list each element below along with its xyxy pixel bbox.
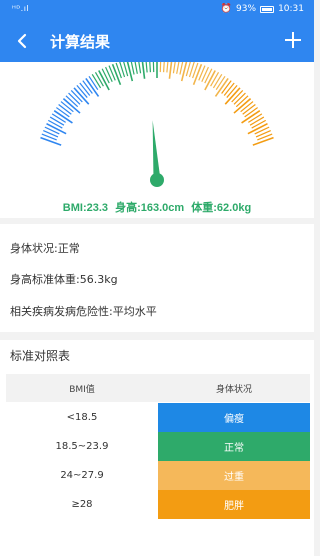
gauge-tick: [130, 62, 135, 75]
bmi-range: 18.5~23.9: [55, 441, 109, 452]
gauge-tick: [101, 68, 110, 84]
table-title: 标准对照表: [10, 349, 71, 363]
gauge-tick: [141, 62, 146, 79]
status-bar: ᴴᴰ.ıl ⏰ 93% 10:31: [0, 0, 314, 20]
gauge-tick: [172, 62, 176, 74]
gauge-tick: [179, 62, 184, 75]
height-value: 身高:163.0cm: [115, 202, 185, 214]
table-header: BMI值 身体状况: [6, 374, 310, 402]
bmi-gauge: [40, 62, 274, 187]
gauge-tick: [111, 63, 122, 86]
gauge-tick: [212, 73, 223, 89]
bmi-range: 24~27.9: [60, 470, 104, 481]
clock-time: 10:31: [278, 4, 304, 14]
gauge-needle: [152, 120, 161, 181]
back-button[interactable]: [8, 26, 36, 56]
gauge-tick: [168, 62, 173, 79]
table-row: 24~27.9 过重: [6, 461, 310, 490]
table-row: <18.5 偏瘦: [6, 403, 310, 432]
status-right: ⏰ 93% 10:31: [221, 4, 304, 14]
header-status: 身体状况: [215, 384, 252, 395]
gauge-tick: [204, 68, 213, 84]
gauge-tick: [49, 116, 65, 126]
signal-indicator: ᴴᴰ.ıl: [12, 4, 30, 13]
gauge-tick: [215, 75, 226, 91]
gauge-tick: [44, 126, 60, 135]
gauge-tick: [138, 62, 142, 74]
standard-weight-text: 身高标准体重:56.3kg: [10, 273, 118, 286]
add-button[interactable]: [278, 25, 308, 55]
gauge-tick: [56, 107, 70, 118]
app-header: 计算结果: [0, 20, 314, 62]
gauge-tick: [134, 62, 138, 74]
body-condition-text: 身体状况:正常: [10, 242, 80, 255]
gauge-tick: [176, 62, 180, 74]
gauge-tick: [51, 113, 66, 123]
gauge-tick: [162, 62, 165, 73]
status-cell: 偏瘦: [158, 403, 310, 432]
gauge-tick: [58, 104, 72, 115]
header-bmi: BMI值: [69, 384, 95, 395]
gauge-tick: [192, 63, 203, 86]
disease-risk-text: 相关疾病发病危险性:平均水平: [10, 305, 157, 318]
bmi-range: ≥28: [71, 499, 93, 510]
table-row: ≥28 肥胖: [6, 490, 310, 519]
gauge-tick: [68, 92, 81, 105]
gauge-tick: [233, 92, 246, 105]
gauge-tick: [248, 113, 263, 123]
chevron-left-icon: [17, 33, 27, 49]
gauge-tick: [210, 72, 220, 87]
status-cell: 肥胖: [158, 490, 310, 519]
status-cell: 正常: [158, 432, 310, 461]
gauge-tick: [94, 72, 104, 87]
plus-icon: [285, 32, 301, 48]
battery-icon: [260, 5, 275, 13]
gauge-hub: [150, 173, 164, 187]
gauge-tick: [242, 104, 256, 115]
bmi-gauge-card: BMI:23.3 身高:163.0cm 体重:62.0kg: [0, 62, 314, 218]
gauge-tick: [252, 136, 274, 146]
weight-value: 体重:62.0kg: [191, 202, 252, 214]
gauge-readout: BMI:23.3 身高:163.0cm 体重:62.0kg: [0, 199, 314, 215]
gauge-tick: [40, 136, 62, 146]
gauge-tick: [79, 82, 91, 96]
gauge-tick: [166, 62, 169, 73]
table-row: 18.5~23.9 正常: [6, 432, 310, 461]
gauge-tick: [251, 119, 267, 129]
gauge-tick: [88, 75, 99, 91]
gauge-tick: [249, 116, 265, 126]
battery-percent: 93%: [236, 4, 257, 14]
gauge-tick: [254, 126, 270, 135]
bmi-value: BMI:23.3: [62, 202, 109, 214]
result-info-card: 身体状况:正常 身高标准体重:56.3kg 相关疾病发病危险性:平均水平: [0, 224, 314, 332]
gauge-tick: [145, 62, 148, 73]
status-cell: 过重: [158, 461, 310, 490]
gauge-tick: [91, 73, 102, 89]
gauge-tick: [47, 119, 63, 129]
gauge-tick: [149, 62, 152, 73]
gauge-tick: [223, 82, 235, 96]
page-title: 计算结果: [50, 33, 111, 51]
alarm-icon: ⏰: [220, 4, 233, 14]
standard-table-card: 标准对照表 BMI值 身体状况 <18.5 偏瘦 18.5~23.9 正常 24…: [0, 340, 314, 556]
gauge-tick: [244, 107, 258, 118]
bmi-range: <18.5: [66, 412, 98, 423]
